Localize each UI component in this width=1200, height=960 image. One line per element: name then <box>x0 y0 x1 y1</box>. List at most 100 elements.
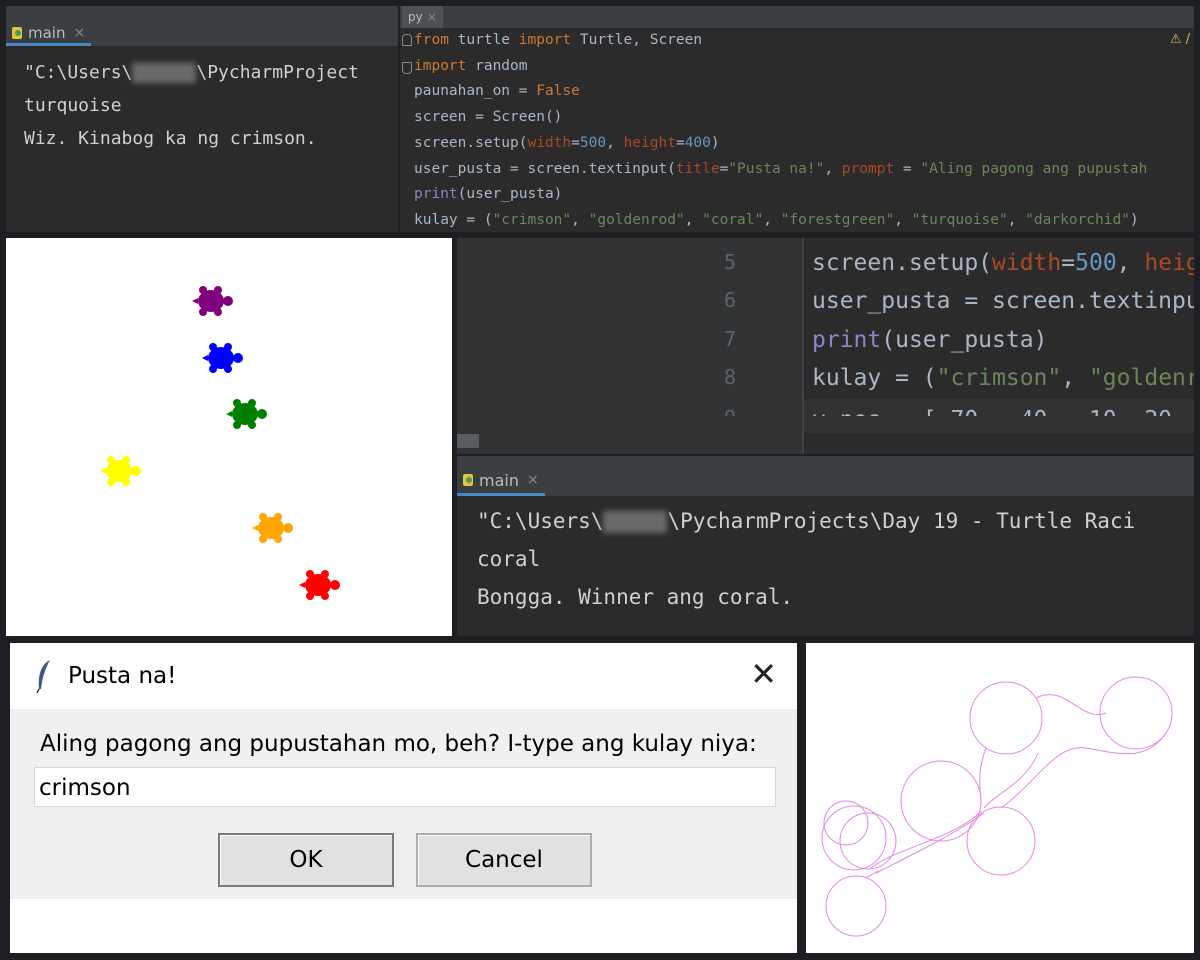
spiro-loop <box>825 875 887 937</box>
line-number: 5 <box>723 250 737 274</box>
op: , <box>1007 211 1026 228</box>
yellow-turtle <box>100 456 141 486</box>
op: , <box>1061 365 1089 391</box>
code-line-6: user_pusta = screen.textinput( <box>414 160 676 177</box>
run-tab-main[interactable]: main × <box>457 464 545 496</box>
scrollbar-thumb[interactable] <box>457 434 479 448</box>
blue-turtle <box>202 343 243 373</box>
string: "Aling pagong ang pupustah <box>920 160 1148 177</box>
close-tab-icon[interactable]: × <box>527 472 539 488</box>
op: = <box>1061 250 1076 276</box>
op: = <box>894 160 921 177</box>
fold-marker-icon[interactable] <box>402 62 412 74</box>
op: = <box>719 160 729 177</box>
redacted-username <box>132 63 197 83</box>
string: "forestgreen" <box>780 211 895 228</box>
code-text[interactable]: from turtle import Turtle, Screen import… <box>414 28 1147 232</box>
spiro-loop <box>821 805 887 871</box>
turtle-canvas-svg <box>100 286 340 600</box>
op: , <box>606 134 624 151</box>
spirograph-svg <box>821 676 1173 937</box>
number: 400 <box>684 134 711 151</box>
bet-input[interactable]: crimson <box>34 767 776 807</box>
code-line-4: screen = Screen() <box>414 109 563 126</box>
dialog-title: Pusta na! <box>68 663 177 689</box>
python-run-icon <box>12 27 22 39</box>
keyword-import: import <box>518 32 572 48</box>
warning-indicator-icon[interactable]: ⚠ / <box>1170 32 1190 47</box>
green-turtle <box>226 399 267 429</box>
param: heig <box>1144 250 1194 276</box>
string: "goldenr <box>1088 365 1194 391</box>
import-random: random <box>466 57 528 74</box>
op: , <box>1116 250 1145 276</box>
op: ) <box>710 134 720 151</box>
zoom-code-line-9: y_pos = [-70, -40, -10, 20 <box>812 404 1172 416</box>
zoom-code-line-6: user_pusta = screen.textinpu <box>812 288 1194 314</box>
op: , <box>894 211 912 228</box>
orange-turtle <box>252 513 293 543</box>
code: (user_pusta) <box>881 327 1048 353</box>
code-editor-top[interactable]: py × ⚠ / from turtle import Turtle, Scree… <box>400 6 1194 232</box>
python-run-icon <box>463 474 473 486</box>
ok-button[interactable]: OK <box>218 833 394 887</box>
purple-turtle <box>192 286 233 316</box>
code-editor-zoom[interactable]: 5 6 7 8 9 screen.setup(width=500, heig u… <box>457 238 1194 454</box>
zoom-code-line-5: screen.setup(width=500, heig <box>812 250 1194 276</box>
console-input-echo: coral <box>477 547 541 571</box>
close-editor-tab-icon[interactable]: × <box>427 10 437 24</box>
cancel-button[interactable]: Cancel <box>416 833 592 887</box>
number: 500 <box>579 134 607 151</box>
run-tab-bar: main × <box>6 6 398 46</box>
close-tab-icon[interactable]: × <box>73 25 85 41</box>
string: "darkorchid" <box>1025 211 1130 228</box>
op: = <box>571 134 580 151</box>
param: prompt <box>841 160 895 177</box>
spiro-path <box>979 747 987 804</box>
string: "crimson" <box>936 365 1062 391</box>
op: ) <box>1129 211 1139 228</box>
run-tab-bar: main × <box>457 456 1194 496</box>
code-line-8: kulay = ( <box>414 211 493 228</box>
turtle-race-canvas <box>6 238 452 636</box>
spiro-loop <box>969 681 1043 755</box>
op: = <box>675 134 685 151</box>
console-path-end: \PycharmProject <box>196 62 359 83</box>
tab-underline <box>6 43 92 46</box>
run-console-bottom: main × "C:\Users\ \PycharmProjects\Day 19… <box>457 456 1194 636</box>
keyword-from: from <box>414 32 449 48</box>
module-name: turtle <box>448 32 519 48</box>
dialog-prompt: Aling pagong ang pupustahan mo, beh? I-t… <box>40 731 757 757</box>
code: screen.setup( <box>812 250 993 276</box>
textinput-dialog: Pusta na! ✕ Aling pagong ang pupustahan … <box>10 643 797 953</box>
zoom-code-line-8: kulay = ("crimson", "goldenr <box>812 365 1194 391</box>
code-line-7: (user_pusta) <box>457 186 563 203</box>
code: kulay = ( <box>812 365 937 391</box>
builtin-print: print <box>812 327 882 353</box>
run-tab-label: main <box>28 24 66 42</box>
run-console-top: main × "C:\Users\ \PycharmProject turquoi… <box>6 6 398 232</box>
spiro-path <box>870 810 982 869</box>
param: height <box>623 134 676 151</box>
console-result: Bongga. Winner ang coral. <box>477 585 794 609</box>
line-number: 8 <box>723 365 737 389</box>
fold-marker-icon[interactable] <box>402 34 412 46</box>
keyword-import: import <box>414 57 467 74</box>
red-turtle <box>299 570 340 600</box>
spiro-loop <box>1099 676 1173 750</box>
line-number: 7 <box>723 327 737 351</box>
close-icon[interactable]: ✕ <box>750 657 777 691</box>
run-tab-label: main <box>479 470 519 490</box>
console-output: "C:\Users\ \PycharmProject turquoise Wiz.… <box>6 46 398 155</box>
string: "goldenrod" <box>588 211 685 228</box>
editor-left-area <box>457 238 702 454</box>
run-tab-main[interactable]: main × <box>6 20 92 46</box>
editor-tab[interactable]: py × <box>402 6 443 28</box>
dialog-title-bar[interactable]: Pusta na! ✕ <box>10 643 797 709</box>
spiro-path <box>865 870 879 879</box>
console-input-echo: turquoise <box>24 95 122 116</box>
zoom-code-line-7: print(user_pusta) <box>812 327 1047 353</box>
console-path-end: \PycharmProjects\Day 19 - Turtle Raci <box>667 509 1136 533</box>
string: "turquoise" <box>911 211 1008 228</box>
console-path-start: "C:\Users\ <box>477 509 604 533</box>
